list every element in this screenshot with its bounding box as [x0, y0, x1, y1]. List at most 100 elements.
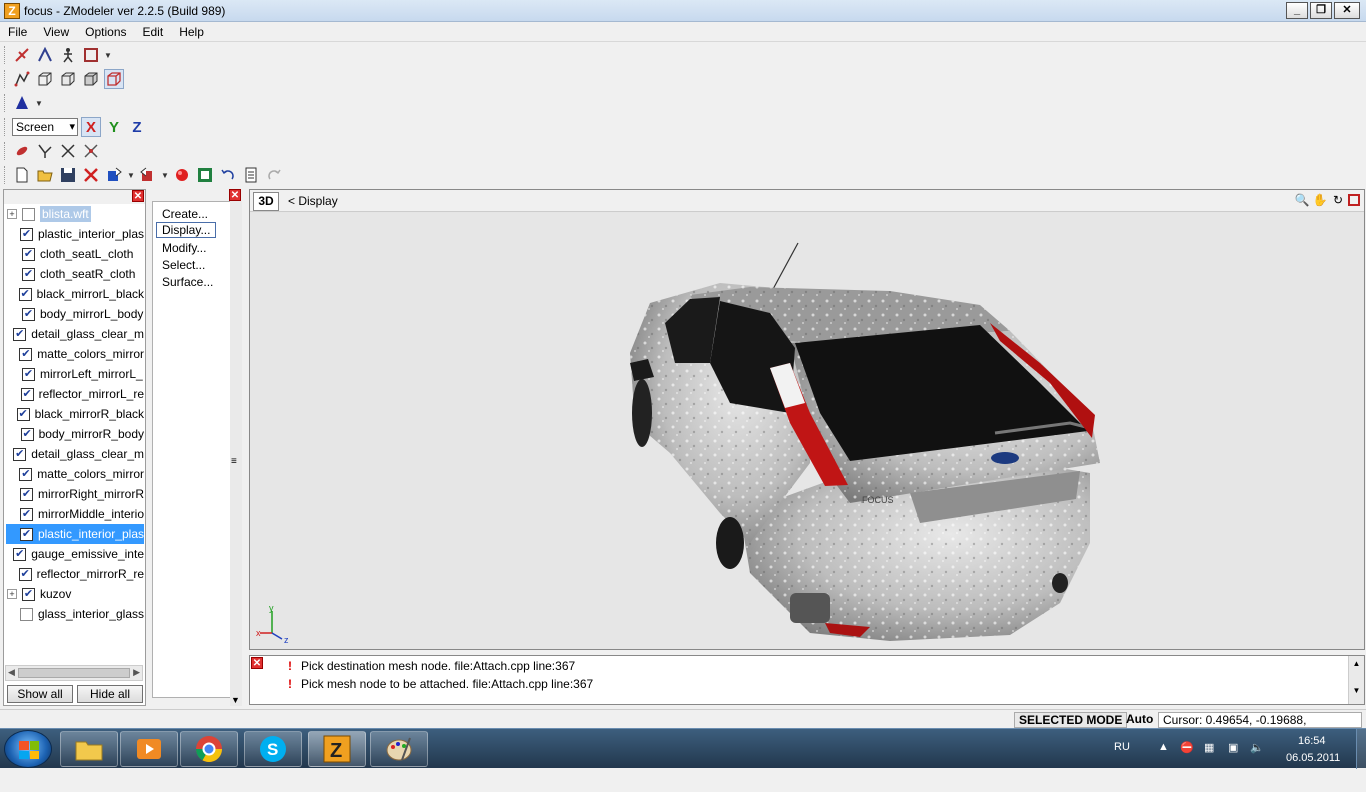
- import-dropdown-icon[interactable]: ▼: [127, 171, 135, 180]
- scroll-right-icon[interactable]: ▶: [133, 667, 140, 678]
- tree-item[interactable]: ✔ plastic_interior_plas: [6, 224, 144, 244]
- scroll-left-icon[interactable]: ◀: [8, 667, 15, 678]
- taskbar-media-player[interactable]: [120, 731, 178, 767]
- log-close-button[interactable]: ✕: [251, 657, 263, 669]
- menu-file[interactable]: File: [0, 22, 35, 41]
- axis-x-toggle[interactable]: X: [81, 117, 101, 137]
- visibility-checkbox[interactable]: ✔: [22, 307, 35, 321]
- new-file-icon[interactable]: [12, 165, 32, 185]
- visibility-checkbox[interactable]: ✔: [18, 567, 32, 581]
- import-icon[interactable]: [104, 165, 124, 185]
- taskbar-skype[interactable]: S: [244, 731, 302, 767]
- visibility-checkbox[interactable]: ✔: [13, 547, 27, 561]
- link-icon[interactable]: [12, 141, 32, 161]
- visibility-checkbox[interactable]: ✔: [22, 587, 35, 601]
- expand-icon[interactable]: +: [7, 589, 17, 599]
- visibility-checkbox[interactable]: ✔: [22, 267, 35, 281]
- tree-item[interactable]: ✔ reflector_mirrorL_re: [6, 384, 144, 404]
- hide-all-button[interactable]: Hide all: [77, 685, 143, 703]
- maximize-viewport-icon[interactable]: [1348, 194, 1360, 206]
- close-button[interactable]: ✕: [1334, 2, 1360, 19]
- viewport-breadcrumb[interactable]: < Display: [288, 194, 338, 208]
- export-dropdown-icon[interactable]: ▼: [161, 171, 169, 180]
- language-indicator[interactable]: RU: [1114, 741, 1130, 781]
- visibility-checkbox[interactable]: ✔: [13, 327, 27, 341]
- cmd-display[interactable]: Display...: [156, 222, 217, 238]
- cmd-modify[interactable]: Modify...: [162, 241, 206, 255]
- cube-object-icon[interactable]: [81, 69, 101, 89]
- tree-item[interactable]: ✔ matte_colors_mirror: [6, 344, 144, 364]
- tree-item[interactable]: ✔ body_mirrorR_body: [6, 424, 144, 444]
- visibility-checkbox[interactable]: ✔: [19, 347, 33, 361]
- visibility-checkbox[interactable]: ✔: [16, 407, 30, 421]
- axis-y-toggle[interactable]: Y: [104, 117, 124, 137]
- cube-select-icon[interactable]: [104, 69, 124, 89]
- tree-item[interactable]: ✔ detail_glass_clear_m: [6, 324, 144, 344]
- minimize-button[interactable]: _: [1286, 2, 1308, 19]
- coordinate-system-select[interactable]: Screen: [12, 118, 78, 136]
- show-hidden-icons[interactable]: ▲: [1158, 741, 1169, 781]
- render-sphere-icon[interactable]: [172, 165, 192, 185]
- pick-object-icon[interactable]: [81, 45, 101, 65]
- scroll-down-icon[interactable]: ▼: [1349, 686, 1364, 695]
- scroll-down-icon[interactable]: ▼: [231, 695, 240, 705]
- polyline-icon[interactable]: [12, 69, 32, 89]
- material-editor-icon[interactable]: [195, 165, 215, 185]
- tree-item[interactable]: ✔ reflector_mirrorR_re: [6, 564, 144, 584]
- cmd-create[interactable]: Create...: [162, 207, 208, 221]
- cmd-select[interactable]: Select...: [162, 258, 205, 272]
- undo-icon[interactable]: [218, 165, 238, 185]
- tree-item[interactable]: + ✔ blista.wft: [6, 204, 144, 224]
- taskbar-explorer[interactable]: [60, 731, 118, 767]
- viewport-canvas[interactable]: FOCUS x y z: [250, 213, 1364, 649]
- show-desktop-button[interactable]: [1356, 729, 1366, 769]
- open-folder-icon[interactable]: [35, 165, 55, 185]
- tray-network-icon[interactable]: ▣: [1228, 741, 1238, 781]
- tree-item[interactable]: ✔ mirrorRight_mirrorR: [6, 484, 144, 504]
- splitter-grip-icon[interactable]: ≡: [231, 456, 237, 467]
- axis-z-toggle[interactable]: Z: [127, 117, 147, 137]
- tree-item[interactable]: ✔ detail_glass_clear_m: [6, 444, 144, 464]
- tree-item[interactable]: ✔ plastic_interior_plas: [6, 524, 144, 544]
- visibility-checkbox[interactable]: ✔: [22, 367, 35, 381]
- redo-icon[interactable]: [264, 165, 284, 185]
- visibility-checkbox[interactable]: ✔: [20, 427, 34, 441]
- title-bar[interactable]: Z focus - ZModeler ver 2.2.5 (Build 989)…: [0, 0, 1366, 22]
- tree-item[interactable]: ✔ mirrorLeft_mirrorL_: [6, 364, 144, 384]
- visibility-checkbox[interactable]: ✔: [19, 467, 33, 481]
- expand-icon[interactable]: +: [7, 209, 17, 219]
- visibility-checkbox[interactable]: ✔: [22, 247, 35, 261]
- tree-item[interactable]: ✔ cloth_seatL_cloth: [6, 244, 144, 264]
- cone-icon[interactable]: [12, 93, 32, 113]
- select-vertex-icon[interactable]: [12, 45, 32, 65]
- walk-icon[interactable]: [58, 45, 78, 65]
- tree-item[interactable]: ✔ mirrorMiddle_interio: [6, 504, 144, 524]
- tree-close-button[interactable]: ✕: [132, 190, 144, 202]
- visibility-checkbox[interactable]: ✔: [19, 527, 33, 541]
- tree-item[interactable]: ✔ black_mirrorR_black: [6, 404, 144, 424]
- tree-item[interactable]: ✔ black_mirrorL_black: [6, 284, 144, 304]
- visibility-checkbox[interactable]: ✔: [19, 227, 33, 241]
- notes-icon[interactable]: [241, 165, 261, 185]
- select-edge-icon[interactable]: [35, 45, 55, 65]
- taskbar-zmodeler[interactable]: Z: [308, 731, 366, 767]
- tree-item[interactable]: ✔ gauge_emissive_inte: [6, 544, 144, 564]
- zoom-icon[interactable]: 🔍: [1294, 192, 1310, 209]
- start-button[interactable]: [4, 730, 52, 768]
- menu-view[interactable]: View: [35, 22, 77, 41]
- visibility-checkbox[interactable]: ✔: [19, 507, 33, 521]
- visibility-checkbox[interactable]: ✔: [13, 447, 27, 461]
- menu-options[interactable]: Options: [77, 22, 134, 41]
- save-icon[interactable]: [58, 165, 78, 185]
- split-icon[interactable]: [35, 141, 55, 161]
- log-scrollbar[interactable]: ▲ ▼: [1348, 656, 1364, 704]
- tree-item[interactable]: ✔ body_mirrorL_body: [6, 304, 144, 324]
- visibility-checkbox[interactable]: ✔: [22, 207, 35, 221]
- visibility-checkbox[interactable]: ✔: [19, 607, 33, 621]
- cross-edge-icon[interactable]: [58, 141, 78, 161]
- visibility-checkbox[interactable]: ✔: [20, 387, 34, 401]
- command-vertical-scrollbar[interactable]: ≡ ▼: [230, 201, 242, 706]
- visibility-checkbox[interactable]: ✔: [18, 287, 32, 301]
- network-error-icon[interactable]: ⛔: [1180, 741, 1194, 781]
- tree-item[interactable]: ✔ matte_colors_mirror: [6, 464, 144, 484]
